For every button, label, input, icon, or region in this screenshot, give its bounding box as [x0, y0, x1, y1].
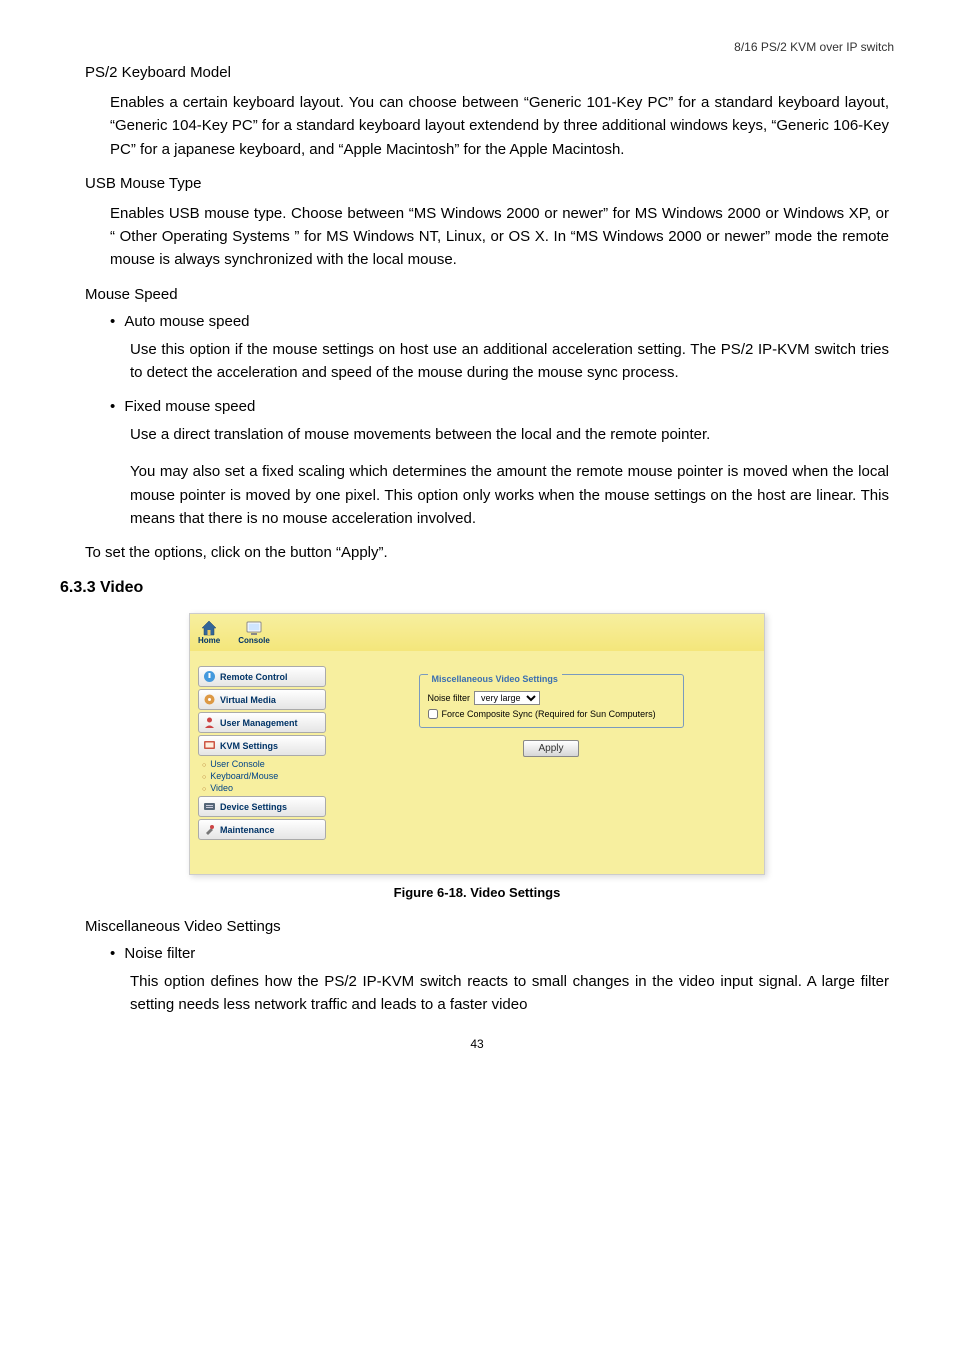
bullet-fixed-mouse: Fixed mouse speed	[110, 398, 894, 415]
noise-filter-row: Noise filter very large	[428, 691, 675, 705]
bullet-noise-filter: Noise filter	[110, 945, 894, 962]
sidebar-remote-control[interactable]: Remote Control	[198, 666, 326, 687]
bullet-fixed-mouse-body2: You may also set a fixed scaling which d…	[130, 460, 889, 530]
bullet-auto-mouse-body: Use this option if the mouse settings on…	[130, 338, 889, 385]
bullet-auto-mouse: Auto mouse speed	[110, 313, 894, 330]
virtual-media-icon	[203, 693, 216, 706]
page-header: 8/16 PS/2 KVM over IP switch	[60, 40, 894, 54]
sidebar-virtual-media-label: Virtual Media	[220, 695, 276, 705]
noise-filter-label: Noise filter	[428, 693, 471, 703]
sidebar-sub-keyboard-mouse[interactable]: Keyboard/Mouse	[202, 770, 326, 782]
remote-control-icon	[203, 670, 216, 683]
toolbar: Home Console	[190, 614, 764, 651]
apply-button[interactable]: Apply	[523, 740, 578, 757]
figure-caption: Figure 6-18. Video Settings	[60, 885, 894, 900]
sidebar-kvm-settings[interactable]: KVM Settings	[198, 735, 326, 756]
kvm-settings-icon	[203, 739, 216, 752]
sidebar-device-settings[interactable]: Device Settings	[198, 796, 326, 817]
section-heading-video: 6.3.3 Video	[60, 579, 894, 597]
maintenance-icon	[203, 823, 216, 836]
sidebar: Remote Control Virtual Media User Manage…	[198, 666, 326, 842]
home-icon	[200, 620, 218, 636]
section-usb-mouse-title: USB Mouse Type	[85, 175, 894, 192]
device-settings-icon	[203, 800, 216, 813]
force-sync-checkbox[interactable]	[428, 709, 438, 719]
video-settings-screenshot: Home Console Remote Control Virtual Medi…	[189, 613, 765, 875]
sidebar-kvm-settings-label: KVM Settings	[220, 741, 278, 751]
noise-filter-select[interactable]: very large	[474, 691, 540, 705]
console-icon	[245, 620, 263, 636]
sidebar-maintenance[interactable]: Maintenance	[198, 819, 326, 840]
apply-button-wrap: Apply	[352, 738, 750, 757]
sidebar-virtual-media[interactable]: Virtual Media	[198, 689, 326, 710]
page-number: 43	[60, 1037, 894, 1051]
section-ps2-keyboard-body: Enables a certain keyboard layout. You c…	[110, 91, 889, 161]
force-sync-row: Force Composite Sync (Required for Sun C…	[428, 709, 675, 719]
section-ps2-keyboard-title: PS/2 Keyboard Model	[85, 64, 894, 81]
bullet-noise-filter-body: This option defines how the PS/2 IP-KVM …	[130, 970, 889, 1017]
toolbar-home-label: Home	[198, 636, 220, 645]
toolbar-home[interactable]: Home	[198, 620, 220, 645]
user-management-icon	[203, 716, 216, 729]
fieldset-legend: Miscellaneous Video Settings	[428, 674, 562, 684]
content-area: Miscellaneous Video Settings Noise filte…	[338, 660, 764, 874]
sidebar-user-management-label: User Management	[220, 718, 298, 728]
apply-note: To set the options, click on the button …	[85, 544, 894, 561]
bullet-fixed-mouse-body1: Use a direct translation of mouse moveme…	[130, 423, 889, 446]
misc-video-settings-fieldset: Miscellaneous Video Settings Noise filte…	[419, 674, 684, 728]
sidebar-sub-video[interactable]: Video	[202, 782, 326, 794]
section-mouse-speed-title: Mouse Speed	[85, 286, 894, 303]
force-sync-label: Force Composite Sync (Required for Sun C…	[442, 709, 656, 719]
section-misc-video-title: Miscellaneous Video Settings	[85, 918, 894, 935]
sidebar-sub-user-console[interactable]: User Console	[202, 758, 326, 770]
sidebar-sublist: User Console Keyboard/Mouse Video	[202, 758, 326, 794]
sidebar-user-management[interactable]: User Management	[198, 712, 326, 733]
toolbar-console-label: Console	[238, 636, 270, 645]
sidebar-device-settings-label: Device Settings	[220, 802, 287, 812]
sidebar-maintenance-label: Maintenance	[220, 825, 275, 835]
toolbar-console[interactable]: Console	[238, 620, 270, 645]
sidebar-remote-control-label: Remote Control	[220, 672, 288, 682]
section-usb-mouse-body: Enables USB mouse type. Choose between “…	[110, 202, 889, 272]
